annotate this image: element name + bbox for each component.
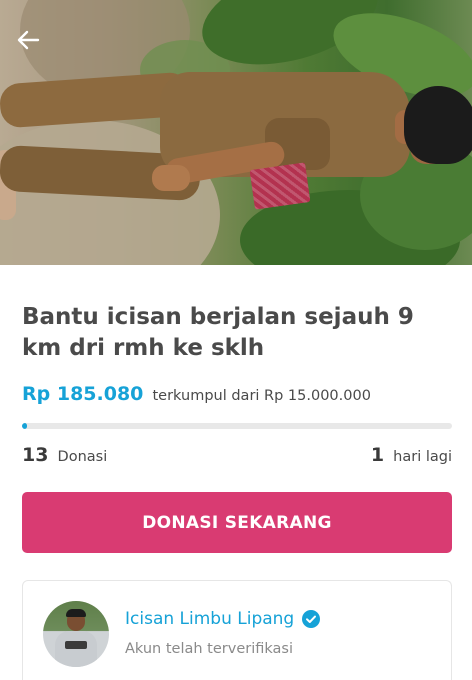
days-left-stat: 1 hari lagi [371,444,452,466]
campaign-title: Bantu icisan berjalan sejauh 9 km dri rm… [22,304,414,361]
donate-now-button[interactable]: DONASI SEKARANG [22,492,452,553]
check-badge-icon [302,610,321,628]
organizer-card[interactable]: Icisan Limbu Lipang Akun telah terverifi… [22,580,452,680]
organizer-name-link[interactable]: Icisan Limbu Lipang [125,609,321,629]
progress-bar-fill [22,423,28,429]
hero-book [249,162,311,210]
amount-collected-row: Rp 185.080 terkumpul dari Rp 15.000.000 [22,383,371,405]
organizer-avatar[interactable] [43,601,109,667]
donations-label: Donasi [57,449,108,465]
campaign-stats: 13 Donasi 1 hari lagi [22,444,452,470]
arrow-left-icon [17,30,40,50]
days-left-count: 1 [370,444,385,466]
campaign-hero-image [0,0,472,265]
avatar-shirt [55,631,97,667]
amount-target-text: terkumpul dari Rp 15.000.000 [152,388,371,404]
donations-stat: 13 Donasi [22,444,107,466]
hero-person-hand [152,165,190,191]
days-left-label: hari lagi [393,449,452,465]
progress-bar [22,423,452,429]
organizer-verified-status: Akun telah terverifikasi [125,641,293,657]
avatar-shirt-print [65,641,87,649]
donations-count: 13 [22,444,49,466]
hero-person-hair [404,86,472,164]
organizer-name: Icisan Limbu Lipang [125,609,295,629]
back-button[interactable] [12,24,44,56]
avatar-hair [66,609,86,617]
amount-collected: Rp 185.080 [22,383,144,405]
